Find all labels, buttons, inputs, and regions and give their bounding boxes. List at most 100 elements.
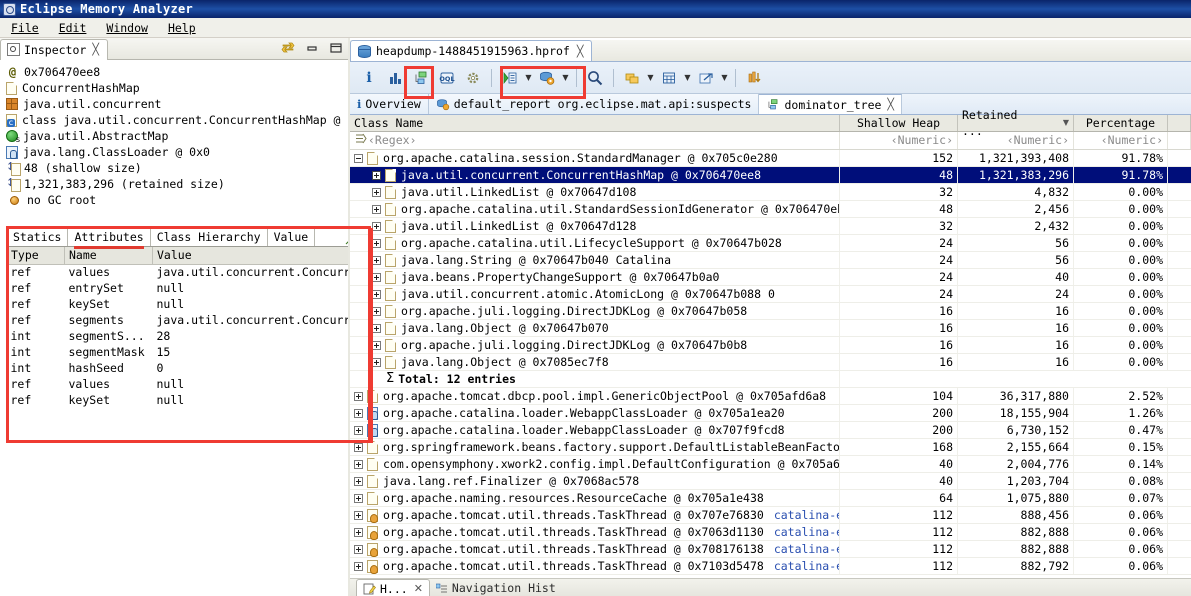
- chevron-down-icon[interactable]: ▼: [560, 65, 571, 91]
- expand-icon[interactable]: [372, 204, 381, 214]
- expand-icon[interactable]: [372, 272, 381, 282]
- bottom-tab[interactable]: H... ✕: [356, 579, 430, 596]
- table-row[interactable]: org.apache.tomcat.util.threads.TaskThrea…: [350, 507, 1191, 524]
- dominator-tree-icon[interactable]: [408, 65, 434, 91]
- table-row[interactable]: java.util.LinkedList @ 0x70647d128 32 2,43…: [350, 218, 1191, 235]
- table-row[interactable]: java.lang.String @ 0x70647b040 Catalina 2…: [350, 252, 1191, 269]
- table-row[interactable]: int hashSeed 0: [7, 360, 366, 376]
- menu-help[interactable]: Help: [165, 20, 199, 36]
- table-row[interactable]: java.lang.Object @ 0x7085ec7f8 16 16 0.00%: [350, 354, 1191, 371]
- table-row[interactable]: java.util.LinkedList @ 0x70647d108 32 4,83…: [350, 184, 1191, 201]
- expand-icon[interactable]: [372, 187, 381, 197]
- column-header-retained-heap[interactable]: Retained ... ▼: [958, 108, 1074, 138]
- expand-icon[interactable]: [372, 323, 381, 333]
- tab-class-hierarchy[interactable]: Class Hierarchy: [149, 228, 268, 246]
- table-row[interactable]: Σ Total: 12 entries: [350, 371, 1191, 388]
- table-row[interactable]: ref segments java.util.concurrent.Concurre…: [7, 312, 366, 328]
- expand-icon[interactable]: [354, 476, 363, 486]
- close-icon[interactable]: ╳: [92, 43, 99, 56]
- table-row[interactable]: ref entrySet null: [7, 280, 366, 296]
- expand-icon[interactable]: [354, 408, 363, 418]
- close-icon[interactable]: ╳: [887, 98, 894, 111]
- table-row[interactable]: org.springframework.beans.factory.suppor…: [350, 439, 1191, 456]
- table-row[interactable]: org.apache.catalina.session.StandardMana…: [350, 150, 1191, 167]
- table-row[interactable]: org.apache.naming.resources.ResourceCach…: [350, 490, 1191, 507]
- export-icon[interactable]: [693, 65, 719, 91]
- chevron-down-icon[interactable]: ▼: [719, 65, 730, 91]
- table-row[interactable]: ref values java.util.concurrent.Concurrent…: [7, 264, 366, 280]
- expand-icon[interactable]: [354, 391, 363, 401]
- table-row[interactable]: org.apache.tomcat.util.threads.TaskThrea…: [350, 558, 1191, 575]
- expand-icon[interactable]: [372, 221, 381, 231]
- maximize-icon[interactable]: [328, 40, 344, 56]
- table-row[interactable]: org.apache.catalina.loader.WebappClassLo…: [350, 405, 1191, 422]
- menu-window[interactable]: Window: [103, 20, 151, 36]
- expand-icon[interactable]: [354, 442, 363, 452]
- table-row[interactable]: org.apache.catalina.util.LifecycleSuppor…: [350, 235, 1191, 252]
- search-icon[interactable]: [582, 65, 608, 91]
- query-browser-icon[interactable]: [460, 65, 486, 91]
- expand-icon[interactable]: [354, 544, 363, 554]
- collapse-icon[interactable]: [354, 153, 363, 163]
- expand-icon[interactable]: [354, 459, 363, 469]
- minimize-icon[interactable]: [304, 40, 320, 56]
- column-header-percentage[interactable]: Percentage: [1074, 115, 1168, 131]
- close-icon[interactable]: ╳: [577, 45, 584, 58]
- table-row[interactable]: org.apache.catalina.loader.WebappClassLo…: [350, 422, 1191, 439]
- chevron-down-icon[interactable]: ▼: [523, 65, 534, 91]
- table-row[interactable]: org.apache.catalina.util.StandardSession…: [350, 201, 1191, 218]
- histogram-icon[interactable]: [382, 65, 408, 91]
- tab-value[interactable]: Value: [266, 228, 316, 246]
- link-with-editor-icon[interactable]: [280, 40, 296, 56]
- expand-icon[interactable]: [372, 357, 381, 367]
- expand-icon[interactable]: [354, 527, 363, 537]
- filter-retained[interactable]: ‹Numeric›: [958, 132, 1074, 149]
- expand-icon[interactable]: [354, 561, 363, 571]
- expand-icon[interactable]: [354, 425, 363, 435]
- table-row[interactable]: java.beans.PropertyChangeSupport @ 0x706…: [350, 269, 1191, 286]
- table-row[interactable]: java.util.concurrent.ConcurrentHashMap @…: [350, 167, 1191, 184]
- table-row[interactable]: ref values null: [7, 376, 366, 392]
- group-by-icon[interactable]: [619, 65, 645, 91]
- expand-icon[interactable]: [354, 510, 363, 520]
- column-header-class-name[interactable]: Class Name: [350, 115, 840, 131]
- menu-edit[interactable]: Edit: [56, 20, 90, 36]
- table-row[interactable]: java.lang.Object @ 0x70647b070 16 16 0.00%: [350, 320, 1191, 337]
- sort-descending-icon[interactable]: ▼: [1063, 115, 1069, 131]
- menu-file[interactable]: File: [8, 20, 42, 36]
- expand-icon[interactable]: [354, 493, 363, 503]
- inspector-info-icon[interactable]: i: [356, 65, 382, 91]
- attr-col-type[interactable]: Type: [6, 247, 65, 265]
- table-row[interactable]: org.apache.juli.logging.DirectJDKLog @ 0…: [350, 303, 1191, 320]
- tab-statics[interactable]: Statics: [6, 228, 69, 246]
- oql-icon[interactable]: OQL: [434, 65, 460, 91]
- tab-overview[interactable]: i Overview: [350, 94, 429, 114]
- table-row[interactable]: org.apache.tomcat.dbcp.pool.impl.Generic…: [350, 388, 1191, 405]
- expand-icon[interactable]: [372, 340, 381, 350]
- table-row[interactable]: java.util.concurrent.atomic.AtomicLong @…: [350, 286, 1191, 303]
- filter-class-name[interactable]: ‹Regex›: [350, 132, 840, 149]
- expand-icon[interactable]: [372, 170, 381, 180]
- attr-col-value[interactable]: Value: [152, 247, 366, 265]
- table-row[interactable]: com.opensymphony.xwork2.config.impl.Defa…: [350, 456, 1191, 473]
- bottom-item-navigation-history[interactable]: Navigation Hist: [430, 579, 562, 596]
- table-row[interactable]: int segmentMask 15: [7, 344, 366, 360]
- table-row[interactable]: java.lang.ref.Finalizer @ 0x7068ac578 40 1…: [350, 473, 1191, 490]
- tab-heapdump[interactable]: heapdump-1488451915963.hprof ╳: [350, 40, 592, 61]
- expand-icon[interactable]: [372, 289, 381, 299]
- tab-default-report[interactable]: default_report org.eclipse.mat.api:suspe…: [428, 94, 760, 114]
- table-row[interactable]: org.apache.juli.logging.DirectJDKLog @ 0…: [350, 337, 1191, 354]
- expand-icon[interactable]: [372, 238, 381, 248]
- open-query-browser-icon[interactable]: [534, 65, 560, 91]
- tab-dominator-tree[interactable]: dominator_tree ╳: [759, 94, 903, 114]
- calculate-icon[interactable]: [656, 65, 682, 91]
- tab-inspector[interactable]: Inspector ╳: [0, 38, 108, 60]
- expand-icon[interactable]: [372, 306, 381, 316]
- compare-icon[interactable]: [741, 65, 767, 91]
- table-row[interactable]: org.apache.tomcat.util.threads.TaskThrea…: [350, 541, 1191, 558]
- table-row[interactable]: org.apache.tomcat.util.threads.TaskThrea…: [350, 524, 1191, 541]
- chevron-down-icon[interactable]: ▼: [645, 65, 656, 91]
- column-header-shallow-heap[interactable]: Shallow Heap: [840, 115, 958, 131]
- table-row[interactable]: int segmentS... 28: [7, 328, 366, 344]
- attr-col-name[interactable]: Name: [64, 247, 153, 265]
